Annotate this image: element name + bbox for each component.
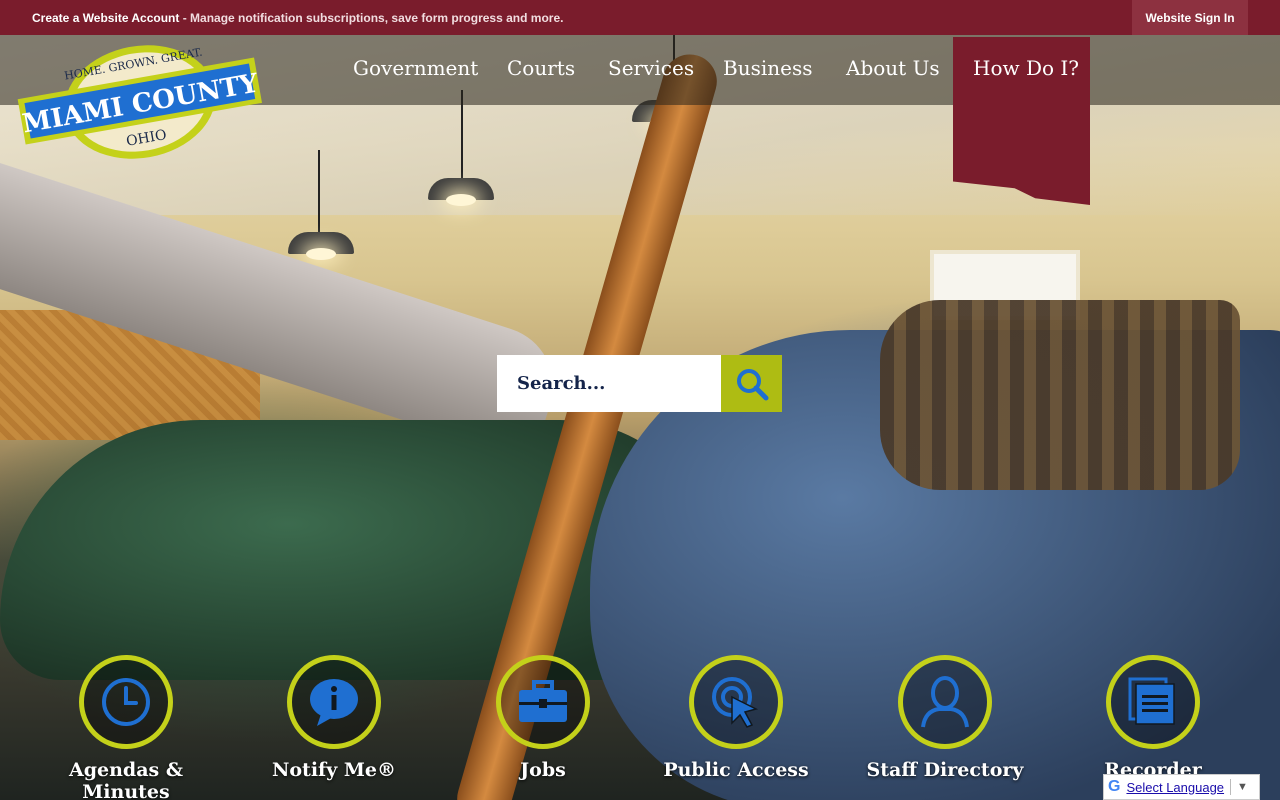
divider bbox=[1230, 779, 1232, 795]
info-bubble-icon bbox=[310, 679, 358, 726]
cursor-click-icon bbox=[712, 677, 759, 728]
documents-icon bbox=[1128, 677, 1175, 725]
lamp-cord bbox=[461, 90, 463, 190]
person-icon bbox=[921, 676, 969, 728]
quick-link-staff-directory[interactable]: Staff Directory bbox=[845, 655, 1045, 781]
quick-link-public-access[interactable]: Public Access bbox=[636, 655, 836, 781]
ceiling-lamp bbox=[288, 232, 354, 260]
quick-link-recorder[interactable]: Recorder bbox=[1053, 655, 1253, 781]
quick-link-label: Notify Me® bbox=[272, 759, 396, 781]
nav-about-us[interactable]: About Us bbox=[846, 56, 940, 80]
search-icon bbox=[736, 368, 768, 400]
nav-services[interactable]: Services bbox=[608, 56, 694, 80]
quick-link-label: Agendas & Minutes bbox=[69, 759, 183, 800]
ceiling-lamp bbox=[428, 178, 494, 206]
quick-link-label: Jobs bbox=[520, 759, 566, 781]
briefcase-icon bbox=[519, 680, 567, 722]
miami-county-logo[interactable]: MIAMI COUNTY HOME. GROWN. GREAT. OHIO bbox=[16, 40, 264, 164]
nav-business[interactable]: Business bbox=[723, 56, 812, 80]
google-translate-widget[interactable]: G Select Language ▼ bbox=[1103, 774, 1260, 800]
select-language-link[interactable]: Select Language bbox=[1126, 780, 1224, 795]
search-input[interactable] bbox=[497, 355, 721, 412]
create-account-link[interactable]: Create a Website Account bbox=[32, 11, 179, 25]
nav-how-do-i[interactable]: How Do I? bbox=[973, 56, 1079, 80]
nav-courts[interactable]: Courts bbox=[507, 56, 575, 80]
quick-link-label: Public Access bbox=[663, 759, 809, 781]
create-account-message[interactable]: Create a Website Account - Manage notifi… bbox=[32, 11, 563, 25]
quick-link-jobs[interactable]: Jobs bbox=[443, 655, 643, 781]
chevron-down-icon[interactable]: ▼ bbox=[1237, 781, 1248, 793]
website-sign-in-button[interactable]: Website Sign In bbox=[1132, 0, 1248, 35]
quick-link-label: Staff Directory bbox=[866, 759, 1024, 781]
quick-link-notify-me[interactable]: Notify Me® bbox=[234, 655, 434, 781]
google-g-icon: G bbox=[1108, 778, 1121, 795]
nav-government[interactable]: Government bbox=[353, 56, 478, 80]
utility-bar: Create a Website Account - Manage notifi… bbox=[0, 0, 1280, 35]
clock-icon bbox=[102, 678, 150, 726]
search-button[interactable] bbox=[721, 355, 782, 412]
quick-link-agendas-minutes[interactable]: Agendas & Minutes bbox=[26, 655, 226, 800]
lamp-cord bbox=[318, 150, 320, 240]
plane-engine bbox=[880, 300, 1240, 490]
create-account-description: - Manage notification subscriptions, sav… bbox=[179, 11, 564, 25]
